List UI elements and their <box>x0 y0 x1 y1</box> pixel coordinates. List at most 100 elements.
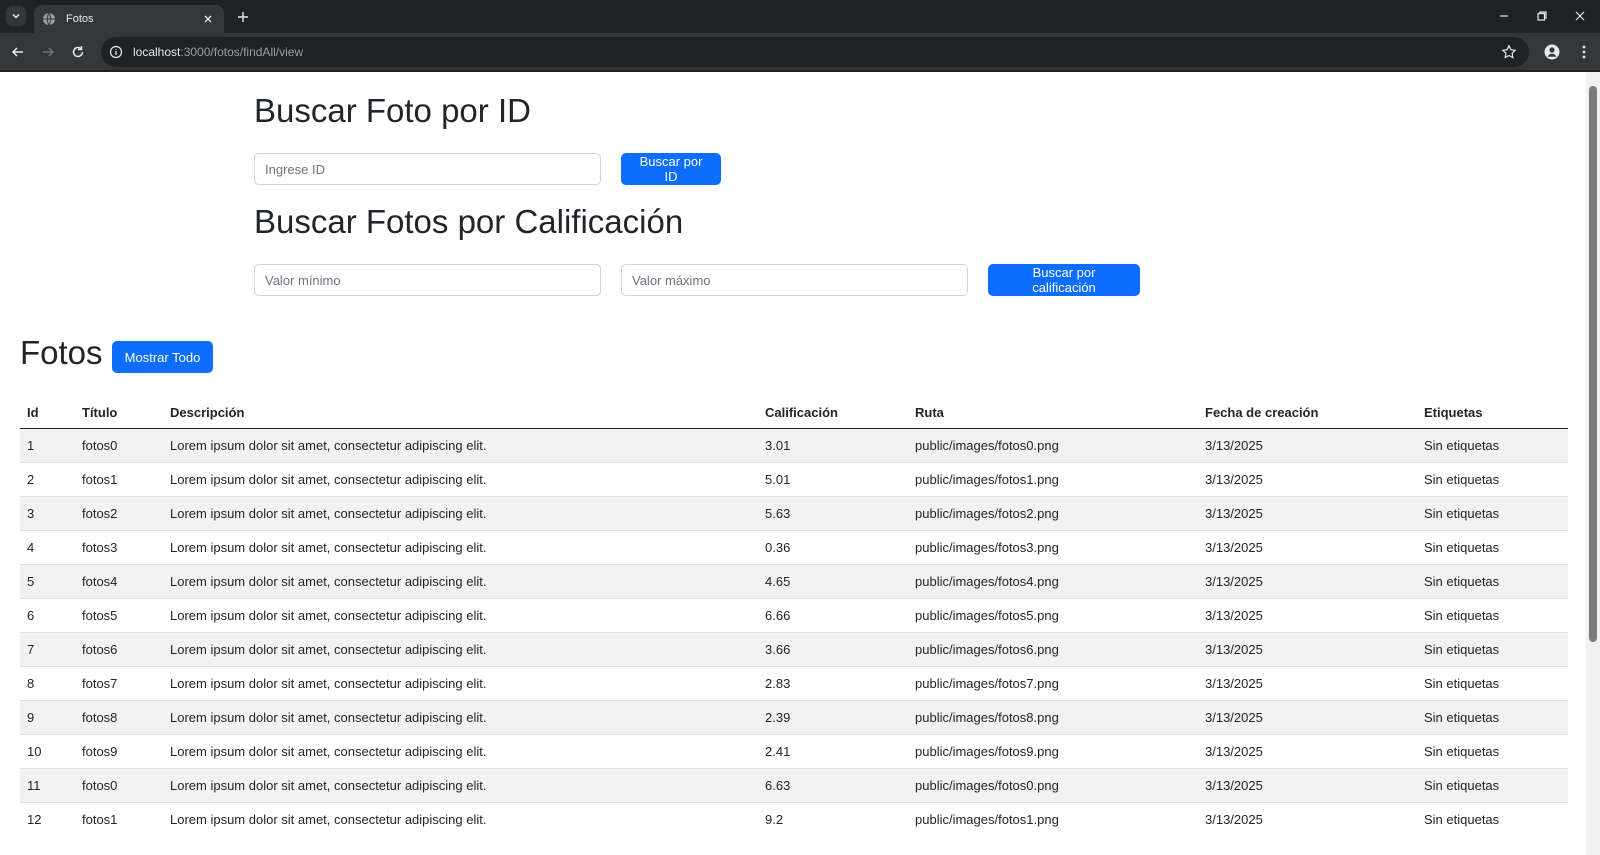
url-host: localhost <box>133 45 181 59</box>
table-row: 10 fotos9 Lorem ipsum dolor sit amet, cons… <box>20 733 1568 768</box>
column-header-title: Título <box>75 398 163 429</box>
table-header-row: Id Título Descripción Calificación Ruta … <box>20 398 1568 429</box>
minimize-icon[interactable] <box>1494 6 1514 26</box>
cell-title: fotos5 <box>75 597 163 632</box>
search-by-id-button[interactable]: Buscar por ID <box>621 153 721 185</box>
cell-title: fotos3 <box>75 529 163 564</box>
cell-title: fotos9 <box>75 733 163 768</box>
chevron-down-icon <box>12 13 20 19</box>
cell-rating: 6.66 <box>758 597 908 632</box>
cell-description: Lorem ipsum dolor sit amet, consectetur … <box>163 529 758 564</box>
cell-description: Lorem ipsum dolor sit amet, consectetur … <box>163 427 758 462</box>
new-tab-icon[interactable] <box>234 8 252 26</box>
cell-tags: Sin etiquetas <box>1417 733 1568 768</box>
show-all-button[interactable]: Mostrar Todo <box>112 341 213 373</box>
column-header-path: Ruta <box>908 398 1198 429</box>
min-value-input[interactable] <box>254 264 601 296</box>
cell-description: Lorem ipsum dolor sit amet, consectetur … <box>163 767 758 802</box>
cell-path: public/images/fotos1.png <box>908 801 1198 836</box>
cell-tags: Sin etiquetas <box>1417 597 1568 632</box>
cell-id: 5 <box>20 563 75 598</box>
cell-rating: 2.83 <box>758 665 908 700</box>
close-window-icon[interactable] <box>1570 6 1590 26</box>
cell-title: fotos7 <box>75 665 163 700</box>
table-row: 3 fotos2 Lorem ipsum dolor sit amet, conse… <box>20 495 1568 530</box>
cell-description: Lorem ipsum dolor sit amet, consectetur … <box>163 563 758 598</box>
cell-rating: 0.36 <box>758 529 908 564</box>
fotos-table: Id Título Descripción Calificación Ruta … <box>20 398 1568 836</box>
cell-id: 11 <box>20 767 75 802</box>
cell-tags: Sin etiquetas <box>1417 563 1568 598</box>
cell-date: 3/13/2025 <box>1198 767 1417 802</box>
table-row: 11 fotos0 Lorem ipsum dolor sit amet, cons… <box>20 767 1568 802</box>
cell-tags: Sin etiquetas <box>1417 631 1568 666</box>
cell-id: 3 <box>20 495 75 530</box>
cell-description: Lorem ipsum dolor sit amet, consectetur … <box>163 699 758 734</box>
site-info-icon[interactable] <box>109 45 123 59</box>
cell-path: public/images/fotos3.png <box>908 529 1198 564</box>
cell-path: public/images/fotos0.png <box>908 427 1198 462</box>
browser-tab[interactable]: Fotos <box>34 5 224 33</box>
address-bar[interactable]: localhost:3000/fotos/findAll/view <box>101 37 1529 67</box>
column-header-date: Fecha de creación <box>1198 398 1417 429</box>
cell-tags: Sin etiquetas <box>1417 529 1568 564</box>
cell-date: 3/13/2025 <box>1198 461 1417 496</box>
cell-path: public/images/fotos1.png <box>908 461 1198 496</box>
cell-title: fotos1 <box>75 461 163 496</box>
menu-kebab-icon[interactable] <box>1574 42 1594 62</box>
cell-description: Lorem ipsum dolor sit amet, consectetur … <box>163 733 758 768</box>
cell-tags: Sin etiquetas <box>1417 461 1568 496</box>
cell-path: public/images/fotos6.png <box>908 631 1198 666</box>
table-row: 12 fotos1 Lorem ipsum dolor sit amet, cons… <box>20 801 1568 836</box>
cell-description: Lorem ipsum dolor sit amet, consectetur … <box>163 597 758 632</box>
close-tab-icon[interactable] <box>200 11 216 27</box>
page-viewport: Buscar Foto por ID Buscar por ID Buscar … <box>0 72 1586 855</box>
tab-search-button[interactable] <box>6 6 26 26</box>
table-row: 9 fotos8 Lorem ipsum dolor sit amet, conse… <box>20 699 1568 734</box>
table-row: 6 fotos5 Lorem ipsum dolor sit amet, conse… <box>20 597 1568 632</box>
restore-icon[interactable] <box>1532 6 1552 26</box>
cell-date: 3/13/2025 <box>1198 597 1417 632</box>
table-row: 5 fotos4 Lorem ipsum dolor sit amet, conse… <box>20 563 1568 598</box>
cell-rating: 6.63 <box>758 767 908 802</box>
column-header-description: Descripción <box>163 398 758 429</box>
search-id-heading: Buscar Foto por ID <box>254 92 531 129</box>
cell-path: public/images/fotos7.png <box>908 665 1198 700</box>
page-scrollbar[interactable] <box>1586 72 1600 855</box>
cell-rating: 5.63 <box>758 495 908 530</box>
cell-date: 3/13/2025 <box>1198 563 1417 598</box>
cell-rating: 3.01 <box>758 427 908 462</box>
id-input[interactable] <box>254 153 601 185</box>
bookmark-star-icon[interactable] <box>1501 44 1517 60</box>
cell-rating: 2.41 <box>758 733 908 768</box>
cell-path: public/images/fotos2.png <box>908 495 1198 530</box>
cell-rating: 4.65 <box>758 563 908 598</box>
max-value-input[interactable] <box>621 264 968 296</box>
cell-title: fotos8 <box>75 699 163 734</box>
cell-title: fotos1 <box>75 801 163 836</box>
table-row: 8 fotos7 Lorem ipsum dolor sit amet, conse… <box>20 665 1568 700</box>
cell-title: fotos0 <box>75 767 163 802</box>
cell-date: 3/13/2025 <box>1198 631 1417 666</box>
back-icon[interactable] <box>8 42 28 62</box>
reload-icon[interactable] <box>68 42 88 62</box>
cell-path: public/images/fotos0.png <box>908 767 1198 802</box>
cell-id: 6 <box>20 597 75 632</box>
cell-id: 12 <box>20 801 75 836</box>
profile-icon[interactable] <box>1542 42 1562 62</box>
browser-tab-bar: Fotos <box>0 0 1600 33</box>
cell-date: 3/13/2025 <box>1198 427 1417 462</box>
table-row: 1 fotos0 Lorem ipsum dolor sit amet, conse… <box>20 427 1568 462</box>
url-text: localhost:3000/fotos/findAll/view <box>133 45 1501 59</box>
tab-title: Fotos <box>66 13 94 25</box>
cell-tags: Sin etiquetas <box>1417 665 1568 700</box>
url-path: :3000/fotos/findAll/view <box>180 45 304 59</box>
forward-icon[interactable] <box>38 42 58 62</box>
browser-toolbar: localhost:3000/fotos/findAll/view <box>0 33 1600 71</box>
cell-tags: Sin etiquetas <box>1417 767 1568 802</box>
scrollbar-thumb[interactable] <box>1589 86 1597 642</box>
cell-path: public/images/fotos5.png <box>908 597 1198 632</box>
search-by-rating-button[interactable]: Buscar por calificación <box>988 264 1140 296</box>
cell-title: fotos6 <box>75 631 163 666</box>
cell-description: Lorem ipsum dolor sit amet, consectetur … <box>163 631 758 666</box>
